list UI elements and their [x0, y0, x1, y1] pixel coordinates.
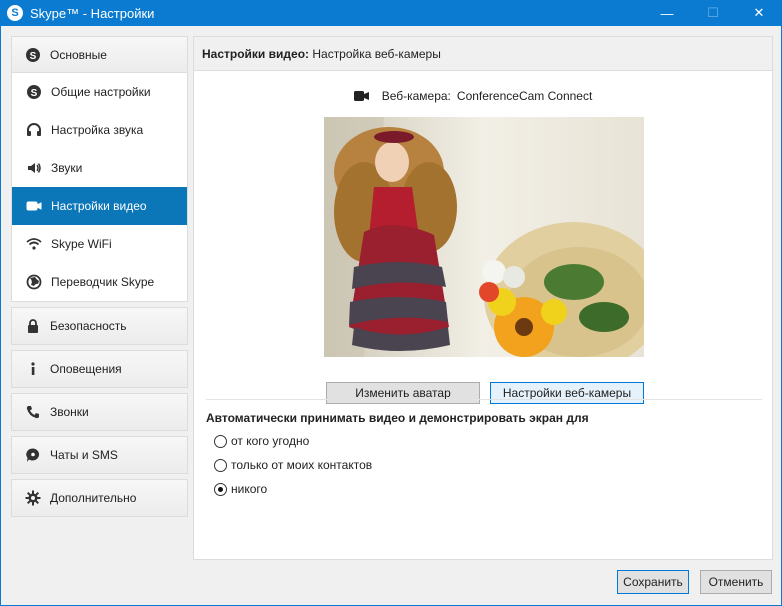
window-body: S Основные S Общие настройки Настройка з… — [0, 26, 782, 606]
sidebar-item-label: Звуки — [51, 161, 83, 175]
cancel-button[interactable]: Отменить — [700, 570, 772, 594]
sidebar-group-security: Безопасность — [11, 307, 188, 345]
sidebar-item-label: Переводчик Skype — [51, 275, 155, 289]
lock-icon — [24, 317, 42, 335]
phone-icon — [24, 403, 42, 421]
webcam-label: Веб-камера: — [381, 89, 451, 103]
sidebar-group-header-general[interactable]: S Основные — [12, 37, 187, 73]
skype-logo-icon: S — [7, 5, 23, 21]
sidebar-group-header-security[interactable]: Безопасность — [12, 308, 187, 344]
auto-accept-heading: Автоматически принимать видео и демонстр… — [206, 411, 589, 425]
sidebar-item-label: Skype WiFi — [51, 237, 112, 251]
gear-icon — [24, 489, 42, 507]
radio-anyone[interactable]: от кого угодно — [214, 434, 309, 448]
wifi-icon — [25, 235, 43, 253]
radio-label: только от моих контактов — [231, 458, 373, 472]
sidebar-group-label: Основные — [50, 47, 107, 62]
panel-header: Настройки видео: Настройка веб-камеры — [194, 37, 772, 71]
chat-icon — [24, 446, 42, 464]
svg-text:S: S — [30, 51, 37, 62]
sidebar-item-skype-translator[interactable]: Переводчик Skype — [12, 263, 187, 301]
minimize-button[interactable]: — — [644, 0, 690, 26]
title-bar: S Skype™ - Настройки — ☐ ✕ — [0, 0, 782, 26]
sidebar-group-header-calls[interactable]: Звонки — [12, 394, 187, 430]
sidebar-item-label: Настройки видео — [51, 199, 147, 213]
video-settings-panel: Настройки видео: Настройка веб-камеры Ве… — [193, 36, 773, 560]
radio-button[interactable] — [214, 434, 227, 448]
maximize-button[interactable]: ☐ — [690, 0, 736, 26]
change-avatar-label: Изменить аватар — [355, 386, 451, 400]
video-camera-icon — [25, 197, 43, 215]
svg-text:S: S — [31, 88, 38, 99]
sidebar-group-label: Звонки — [50, 405, 89, 419]
sidebar-item-video-settings[interactable]: Настройки видео — [12, 187, 187, 225]
sidebar-group-label: Чаты и SMS — [50, 448, 118, 462]
webcam-settings-button[interactable]: Настройки веб-камеры — [490, 382, 644, 404]
webcam-preview — [324, 117, 644, 357]
sidebar-group-general: S Основные S Общие настройки Настройка з… — [11, 36, 188, 302]
minimize-icon: — — [660, 5, 674, 21]
radio-label: от кого угодно — [231, 434, 310, 448]
sidebar-subitems: S Общие настройки Настройка звука Звуки — [12, 73, 187, 301]
video-camera-icon — [353, 90, 370, 102]
sidebar-group-label: Безопасность — [50, 319, 127, 333]
section-divider — [206, 399, 762, 400]
cancel-label: Отменить — [708, 575, 764, 589]
webcam-row: Веб-камера: ConferenceCam Connect — [194, 89, 772, 103]
skype-icon: S — [25, 83, 43, 101]
sidebar-group-advanced: Дополнительно — [11, 479, 188, 517]
window-title: Skype™ - Настройки — [30, 5, 155, 21]
headset-icon — [25, 121, 43, 139]
sidebar-group-calls: Звонки — [11, 393, 188, 431]
radio-button[interactable] — [214, 458, 227, 472]
webcam-name[interactable]: ConferenceCam Connect — [457, 89, 592, 103]
radio-button-checked[interactable] — [214, 482, 227, 496]
webcam-settings-label: Настройки веб-камеры — [502, 386, 632, 400]
maximize-icon: ☐ — [707, 5, 719, 20]
globe-icon — [25, 273, 43, 291]
radio-nobody[interactable]: никого — [214, 482, 267, 496]
sidebar-item-skype-wifi[interactable]: Skype WiFi — [12, 225, 187, 263]
sidebar: S Основные S Общие настройки Настройка з… — [11, 36, 188, 522]
sidebar-group-chats-sms: Чаты и SMS — [11, 436, 188, 474]
radio-label: никого — [231, 482, 268, 496]
sidebar-group-label: Дополнительно — [50, 491, 137, 505]
skype-icon: S — [24, 46, 42, 64]
sidebar-item-audio-settings[interactable]: Настройка звука — [12, 111, 187, 149]
info-icon — [24, 360, 42, 378]
save-button[interactable]: Сохранить — [617, 570, 689, 594]
sidebar-group-header-notifications[interactable]: Оповещения — [12, 351, 187, 387]
close-icon: ✕ — [753, 5, 765, 20]
sidebar-item-label: Общие настройки — [51, 85, 151, 99]
sidebar-group-label: Оповещения — [50, 362, 122, 376]
sidebar-item-label: Настройка звука — [51, 123, 144, 137]
sidebar-group-notifications: Оповещения — [11, 350, 188, 388]
sidebar-group-header-chats-sms[interactable]: Чаты и SMS — [12, 437, 187, 473]
radio-contacts-only[interactable]: только от моих контактов — [214, 458, 372, 472]
change-avatar-button[interactable]: Изменить аватар — [326, 382, 480, 404]
panel-header-subtitle: Настройка веб-камеры — [309, 46, 441, 61]
close-button[interactable]: ✕ — [736, 0, 782, 26]
speaker-icon — [25, 159, 43, 177]
sidebar-group-header-advanced[interactable]: Дополнительно — [12, 480, 187, 516]
panel-header-title: Настройки видео: — [202, 46, 310, 61]
sidebar-item-sounds[interactable]: Звуки — [12, 149, 187, 187]
save-label: Сохранить — [623, 575, 683, 589]
sidebar-item-general-settings[interactable]: S Общие настройки — [12, 73, 187, 111]
